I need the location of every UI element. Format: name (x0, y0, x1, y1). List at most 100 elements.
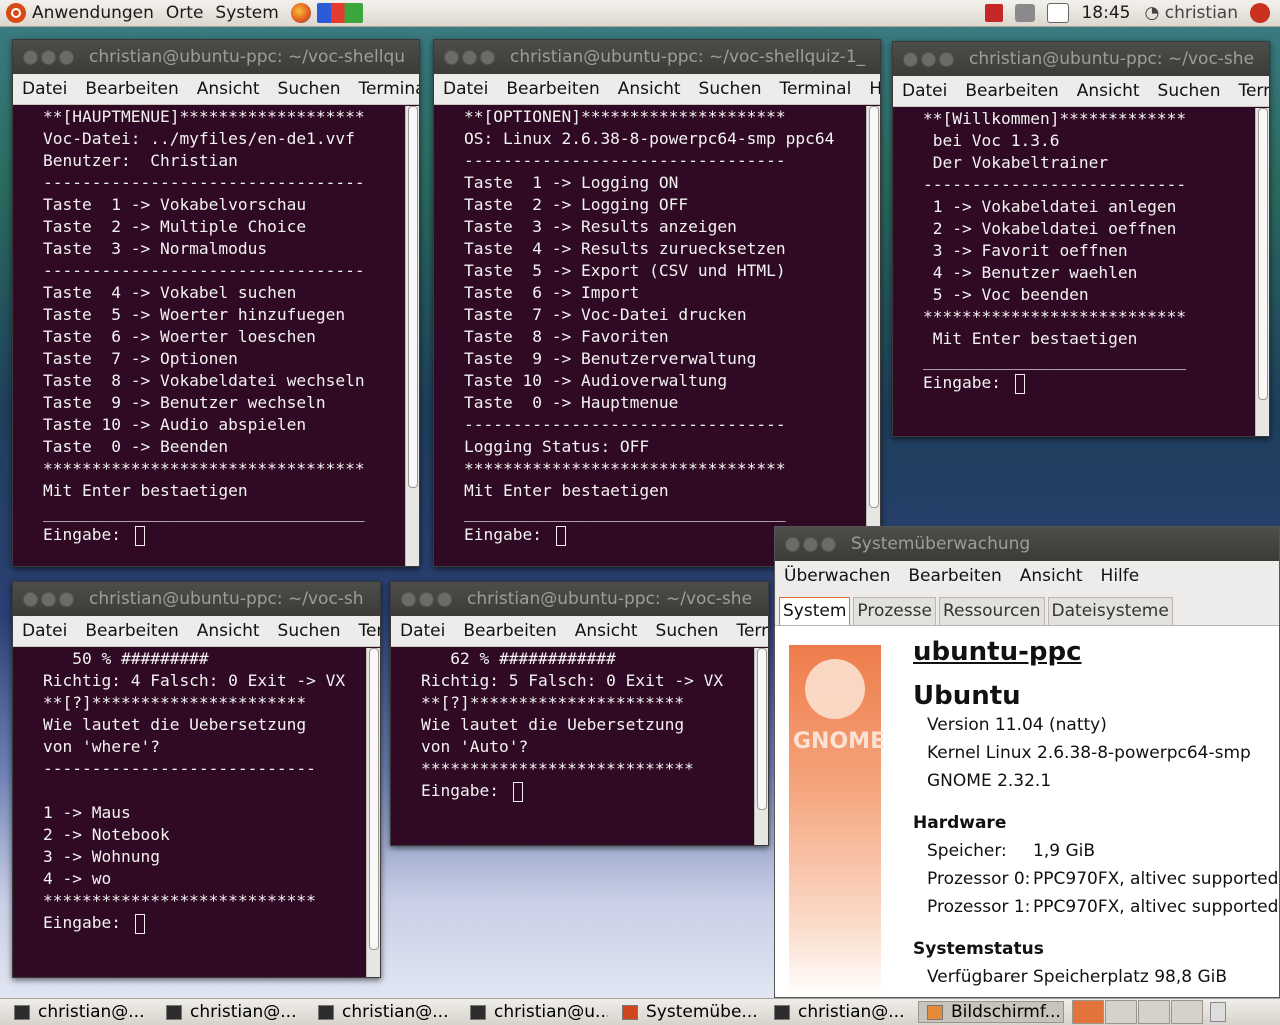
menu-anwendungen[interactable]: Anwendungen (32, 3, 154, 23)
maximize-icon[interactable] (59, 49, 74, 65)
menu-suchen[interactable]: Suchen (278, 79, 341, 99)
tab-dateisysteme[interactable]: Dateisysteme (1047, 597, 1173, 625)
menu-system[interactable]: System (215, 3, 278, 23)
scrollbar-thumb[interactable] (757, 648, 767, 810)
menu-datei[interactable]: Datei (22, 621, 67, 641)
menu-bearbeiten[interactable]: Bearbeiten (506, 79, 599, 99)
terminal-window-quiz-auto[interactable]: christian@ubuntu-ppc: ~/voc-she Datei Be… (390, 581, 769, 846)
tab-prozesse[interactable]: Prozesse (853, 597, 936, 625)
scrollbar[interactable] (866, 106, 880, 566)
trash-icon[interactable] (1210, 1002, 1226, 1022)
user-menu[interactable]: ◔ christian (1144, 3, 1238, 23)
firefox-launcher-icon[interactable] (290, 3, 311, 23)
menu-hilfe[interactable]: Hilfe (1101, 566, 1140, 586)
taskbar-item[interactable]: christian@... (766, 1001, 912, 1023)
close-icon[interactable] (903, 51, 918, 67)
minimize-icon[interactable] (803, 536, 818, 552)
menu-terminal[interactable]: Termin (736, 621, 768, 641)
scrollbar[interactable] (1255, 108, 1269, 436)
terminal-content[interactable]: **[Willkommen]************* bei Voc 1.3.… (893, 108, 1255, 436)
tab-ressourcen[interactable]: Ressourcen (938, 597, 1045, 625)
terminal-content[interactable]: 50 % ######### Richtig: 4 Falsch: 0 Exit … (13, 648, 366, 977)
terminal-window-quiz-where[interactable]: christian@ubuntu-ppc: ~/voc-sh Datei Bea… (12, 581, 381, 978)
taskbar-item[interactable]: Systemübe... (614, 1001, 760, 1023)
menu-bearbeiten[interactable]: Bearbeiten (85, 621, 178, 641)
menu-datei[interactable]: Datei (443, 79, 488, 99)
close-icon[interactable] (23, 591, 38, 607)
maximize-icon[interactable] (821, 536, 836, 552)
terminal-content[interactable]: **[HAUPTMENUE]******************* Voc-Dat… (13, 106, 405, 566)
close-icon[interactable] (23, 49, 38, 65)
minimize-icon[interactable] (419, 591, 434, 607)
minimize-icon[interactable] (921, 51, 936, 67)
menu-terminal[interactable]: Termin (1238, 81, 1269, 101)
menu-bearbeiten[interactable]: Bearbeiten (85, 79, 178, 99)
close-icon[interactable] (785, 536, 800, 552)
tab-system[interactable]: System (779, 597, 851, 625)
taskbar-item[interactable]: christian@u... (462, 1001, 608, 1023)
workspace-1[interactable] (1072, 1000, 1104, 1024)
taskbar-item[interactable]: christian@... (6, 1001, 152, 1023)
minimize-icon[interactable] (41, 591, 56, 607)
minimize-icon[interactable] (41, 49, 56, 65)
maximize-icon[interactable] (480, 49, 495, 65)
clock[interactable]: 18:45 (1081, 3, 1130, 23)
menu-ansicht[interactable]: Ansicht (618, 79, 681, 99)
voc-launcher-icon[interactable] (316, 3, 363, 23)
menu-suchen[interactable]: Suchen (1158, 81, 1221, 101)
window-titlebar[interactable]: Systemüberwachung (775, 527, 1279, 561)
menu-suchen[interactable]: Suchen (278, 621, 341, 641)
workspace-2[interactable] (1105, 1000, 1137, 1024)
window-titlebar[interactable]: christian@ubuntu-ppc: ~/voc-shellquiz-1_ (434, 40, 880, 74)
menu-bearbeiten[interactable]: Bearbeiten (908, 566, 1001, 586)
terminal-content[interactable]: 62 % ############ Richtig: 5 Falsch: 0 Ex… (391, 648, 754, 845)
menu-terminal[interactable]: Terminal (358, 79, 419, 99)
scrollbar[interactable] (754, 648, 768, 845)
menu-suchen[interactable]: Suchen (656, 621, 719, 641)
window-titlebar[interactable]: christian@ubuntu-ppc: ~/voc-shellqu (13, 40, 419, 74)
menu-bearbeiten[interactable]: Bearbeiten (463, 621, 556, 641)
menu-orte[interactable]: Orte (166, 3, 204, 23)
scrollbar-thumb[interactable] (869, 106, 879, 508)
ubuntu-logo-icon[interactable] (6, 3, 26, 23)
menu-hilfe[interactable]: Hilfe (869, 79, 880, 99)
maximize-icon[interactable] (437, 591, 452, 607)
taskbar-item[interactable]: christian@... (158, 1001, 304, 1023)
terminal-window-optionen[interactable]: christian@ubuntu-ppc: ~/voc-shellquiz-1_… (433, 39, 881, 567)
menu-ansicht[interactable]: Ansicht (1077, 81, 1140, 101)
menu-ansicht[interactable]: Ansicht (197, 79, 260, 99)
window-titlebar[interactable]: christian@ubuntu-ppc: ~/voc-she (391, 582, 768, 616)
menu-terminal[interactable]: Terminal (779, 79, 851, 99)
menu-datei[interactable]: Datei (902, 81, 947, 101)
scrollbar-thumb[interactable] (408, 106, 418, 488)
menu-ansicht[interactable]: Ansicht (575, 621, 638, 641)
maximize-icon[interactable] (939, 51, 954, 67)
menu-bearbeiten[interactable]: Bearbeiten (965, 81, 1058, 101)
mail-icon[interactable] (1047, 3, 1070, 23)
network-icon[interactable] (985, 4, 1004, 22)
taskbar-item[interactable]: christian@... (310, 1001, 456, 1023)
scrollbar[interactable] (405, 106, 419, 566)
terminal-window-willkommen[interactable]: christian@ubuntu-ppc: ~/voc-she Datei Be… (892, 41, 1270, 437)
minimize-icon[interactable] (462, 49, 477, 65)
menu-ueberwachen[interactable]: Überwachen (784, 566, 890, 586)
power-icon[interactable] (1250, 3, 1270, 23)
menu-suchen[interactable]: Suchen (699, 79, 762, 99)
menu-terminal[interactable]: Term (358, 621, 380, 641)
menu-ansicht[interactable]: Ansicht (1020, 566, 1083, 586)
menu-ansicht[interactable]: Ansicht (197, 621, 260, 641)
menu-datei[interactable]: Datei (22, 79, 67, 99)
volume-icon[interactable] (1015, 4, 1036, 22)
menu-datei[interactable]: Datei (400, 621, 445, 641)
window-titlebar[interactable]: christian@ubuntu-ppc: ~/voc-sh (13, 582, 380, 616)
close-icon[interactable] (401, 591, 416, 607)
scrollbar-thumb[interactable] (1258, 108, 1268, 400)
window-titlebar[interactable]: christian@ubuntu-ppc: ~/voc-she (893, 42, 1269, 76)
taskbar-item-active[interactable]: Bildschirmf... (918, 1001, 1064, 1023)
workspace-3[interactable] (1138, 1000, 1170, 1024)
scrollbar[interactable] (366, 648, 380, 977)
terminal-window-hauptmenue[interactable]: christian@ubuntu-ppc: ~/voc-shellqu Date… (12, 39, 420, 567)
system-monitor-window[interactable]: Systemüberwachung Überwachen Bearbeiten … (774, 526, 1280, 998)
workspace-4[interactable] (1171, 1000, 1203, 1024)
maximize-icon[interactable] (59, 591, 74, 607)
